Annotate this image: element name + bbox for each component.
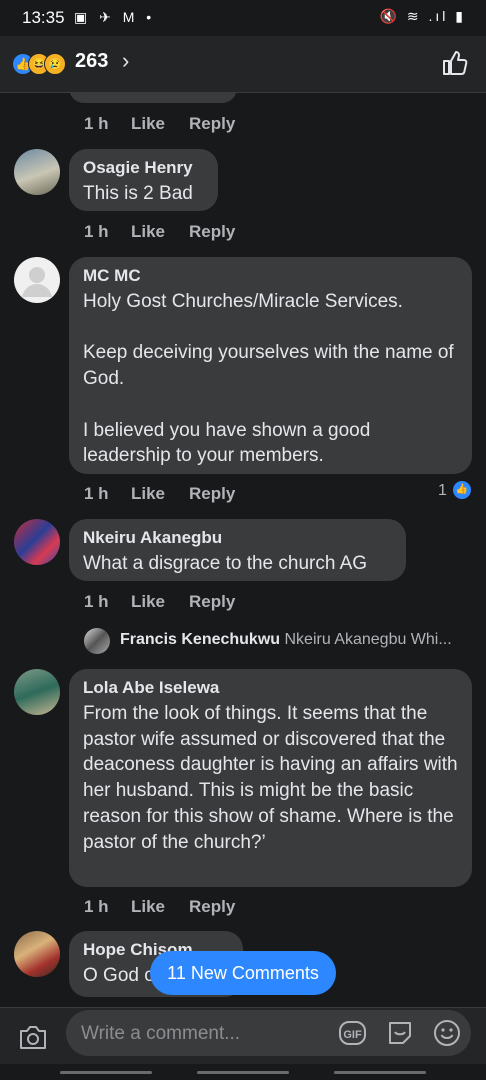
comment-author[interactable]: Lola Abe Iselewa [83,678,219,698]
comment-feed[interactable]: 1 h Like Reply Osagie Henry This is 2 Ba… [0,93,486,1007]
like-link[interactable]: Like [131,222,165,242]
comment-like-count[interactable]: 1 [438,482,447,500]
like-link[interactable]: Like [131,592,165,612]
camera-icon[interactable] [18,1023,48,1051]
reply-link[interactable]: Reply [189,592,235,612]
reactions-header: 👍 😆 😢 263 › [0,36,486,93]
emoji-icon[interactable] [433,1019,461,1047]
comment-text: This is 2 Bad [83,183,193,204]
chevron-right-icon[interactable]: › [122,48,129,74]
reaction-count[interactable]: 263 [75,50,108,73]
comment-author[interactable]: MC MC [83,266,141,286]
reply-link[interactable]: Reply [189,897,235,917]
comment-input-placeholder: Write a comment... [81,1023,241,1044]
reply-link[interactable]: Reply [189,484,235,504]
comment-composer: Write a comment... GIF [0,1007,486,1065]
reply-link[interactable]: Reply [189,222,235,242]
comment-time: 1 h [84,222,109,241]
comment-time: 1 h [84,484,109,503]
comment-input[interactable]: Write a comment... GIF [66,1010,471,1056]
avatar[interactable] [14,149,60,195]
status-time: 13:35 [22,8,65,27]
like-link[interactable]: Like [131,897,165,917]
comment-time: 1 h [84,114,109,133]
notification-icons: ▣ ✈ M • [74,9,156,25]
system-navigation-bar [0,1064,486,1080]
reply-preview[interactable]: Francis Kenechukwu Nkeiru Akanegbu Whi..… [120,631,452,649]
comment-time: 1 h [84,592,109,611]
like-badge-icon: 👍 [453,481,471,499]
nav-home-indicator[interactable] [197,1071,289,1074]
comment-text: What a disgrace to the church AG [83,553,368,574]
avatar[interactable] [14,931,60,977]
sticker-icon[interactable] [386,1020,414,1046]
reply-author[interactable]: Francis Kenechukwu [120,631,280,648]
avatar[interactable] [14,669,60,715]
default-avatar-icon[interactable] [14,257,60,303]
like-link[interactable]: Like [131,114,165,134]
like-link[interactable]: Like [131,484,165,504]
status-bar: 13:35 ▣ ✈ M • 🔇 ≋ .ıl ▮ [0,0,486,36]
new-comments-button[interactable]: 11 New Comments [150,951,336,995]
comment-author[interactable]: Nkeiru Akanegbu [83,528,222,548]
reply-link[interactable]: Reply [189,114,235,134]
comment-text: O God o [83,965,155,986]
comment-author[interactable]: Osagie Henry [83,158,193,178]
gif-button[interactable]: GIF [339,1021,366,1045]
sad-icon: 😢 [44,53,66,75]
comment-text: Holy Gost Churches/Miracle Services. Kee… [83,291,454,467]
nav-back-indicator[interactable] [60,1071,152,1074]
comment-time: 1 h [84,897,109,916]
nav-recents-indicator[interactable] [334,1071,426,1074]
comment-text: From the look of things. It seems that t… [83,703,463,853]
reply-text: Nkeiru Akanegbu Whi... [284,631,452,648]
comment-bubble-partial[interactable] [69,93,237,103]
system-icons: 🔇 ≋ .ıl ▮ [379,8,466,24]
avatar[interactable] [14,519,60,565]
reaction-summary[interactable]: 👍 😆 😢 [12,53,76,75]
reply-avatar[interactable] [84,628,110,654]
like-button[interactable] [442,50,468,76]
